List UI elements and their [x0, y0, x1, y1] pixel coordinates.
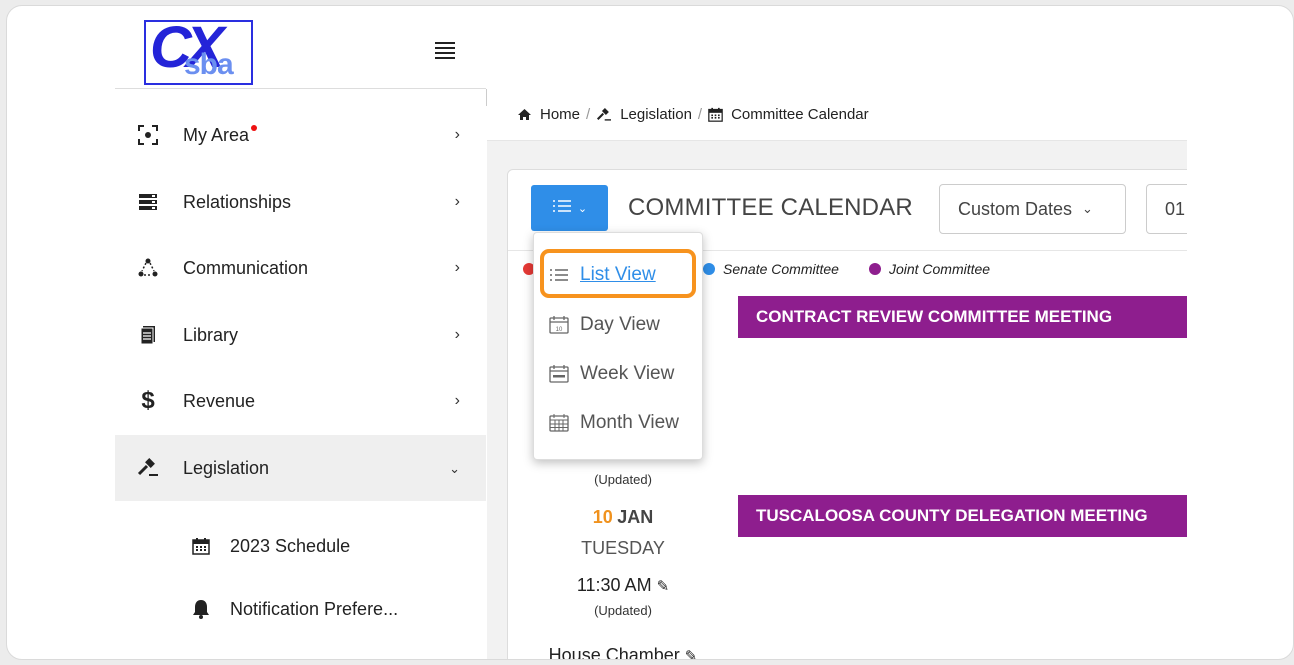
breadcrumb-separator: /	[586, 106, 591, 123]
app-window: CX sba My Area › Relationships › Communi…	[6, 5, 1294, 660]
logo[interactable]: CX sba	[144, 20, 253, 85]
sidebar-item-relationships[interactable]: Relationships ›	[115, 169, 486, 235]
menu-item-day-view[interactable]: 10 Day View	[534, 303, 704, 347]
menu-item-label: Month View	[580, 412, 679, 433]
sidebar-subitem-label: Notification Prefere...	[230, 598, 399, 619]
event-location: House Chamber ✎	[528, 645, 718, 660]
event-day: 10	[592, 507, 613, 527]
breadcrumb: Home / Legislation / Committee Calendar	[487, 89, 1187, 141]
list-icon	[552, 199, 572, 218]
chevron-right-icon: ›	[454, 392, 460, 409]
breadcrumb-separator: /	[697, 106, 703, 123]
network-icon	[137, 257, 159, 279]
sidebar-item-label: Library	[183, 324, 239, 345]
event-updated-note: (Updated)	[594, 472, 652, 487]
legend-dot-senate	[703, 263, 715, 275]
sidebar-subitem-label: 2023 Schedule	[230, 535, 351, 556]
event-time-note: (Updated)	[594, 603, 652, 618]
chevron-down-icon: ⌄	[1082, 201, 1093, 216]
sidebar-item-legislation[interactable]: Legislation ⌄	[115, 435, 486, 501]
sidebar-item-label: Relationships	[183, 191, 292, 212]
calendar-month-icon	[548, 413, 570, 433]
event-month: JAN	[617, 507, 654, 527]
sidebar-item-label: My Area	[183, 124, 250, 145]
page-title: COMMITTEE CALENDAR	[628, 194, 913, 221]
sidebar-subitem-2023-schedule[interactable]: 2023 Schedule	[115, 516, 486, 576]
bell-icon	[190, 598, 212, 620]
sidebar: CX sba My Area › Relationships › Communi…	[115, 6, 486, 659]
menu-item-label: List View	[580, 264, 656, 285]
documents-icon	[137, 324, 159, 346]
sidebar-subitem-notification-preferences[interactable]: Notification Prefere...	[115, 579, 486, 639]
legend-dot-joint	[868, 263, 881, 275]
view-menu-dropdown: List View 10 Day View Week View Month Vi…	[533, 232, 703, 460]
menu-item-month-view[interactable]: Month View	[534, 401, 704, 445]
menu-item-week-view[interactable]: Week View	[534, 352, 704, 396]
breadcrumb-legislation[interactable]: Legislation	[620, 106, 692, 123]
sidebar-item-revenue[interactable]: $ Revenue ›	[115, 368, 486, 434]
calendar-icon	[190, 535, 212, 557]
pencil-icon[interactable]: ✎	[685, 648, 698, 659]
sidebar-item-library[interactable]: Library ›	[115, 302, 486, 368]
list-icon	[548, 265, 570, 285]
svg-text:10: 10	[556, 327, 563, 333]
calendar-week-icon	[548, 364, 570, 384]
sidebar-divider	[115, 88, 486, 89]
sidebar-item-label: Revenue	[183, 390, 256, 411]
hamburger-menu-icon[interactable]	[435, 42, 455, 60]
event-time: 11:30 AM ✎	[528, 575, 718, 596]
gavel-icon	[137, 457, 159, 479]
server-icon	[137, 191, 159, 213]
legend-label-joint: Joint Committee	[888, 261, 991, 277]
gavel-icon	[596, 107, 612, 122]
event-location-value: House Chamber	[548, 645, 680, 660]
chevron-right-icon: ›	[454, 126, 460, 143]
menu-item-label: Week View	[580, 363, 675, 384]
breadcrumb-home[interactable]: Home	[540, 106, 580, 123]
notification-badge	[251, 124, 258, 131]
logo-sub: sba	[184, 48, 234, 81]
calendar-icon	[708, 107, 723, 122]
menu-item-list-view[interactable]: List View	[534, 253, 704, 297]
focus-icon	[137, 124, 159, 146]
event-weekday: TUESDAY	[581, 538, 665, 558]
pencil-icon[interactable]: ✎	[657, 578, 670, 595]
menu-item-label: Day View	[580, 314, 660, 335]
chevron-down-icon: ⌄	[577, 202, 588, 215]
dollar-icon: $	[141, 387, 155, 414]
start-date-input[interactable]: 01	[1146, 184, 1187, 234]
sidebar-item-communication[interactable]: Communication ›	[115, 235, 486, 301]
home-icon	[517, 108, 532, 121]
sidebar-item-label: Communication	[183, 257, 309, 278]
event-time-value: 11:30 AM	[576, 575, 652, 595]
chevron-right-icon: ›	[454, 193, 460, 210]
sidebar-item-label: Legislation	[183, 457, 270, 478]
date-range-select[interactable]: Custom Dates ⌄	[939, 184, 1126, 234]
breadcrumb-current: Committee Calendar	[731, 106, 869, 123]
legend-label-senate: Senate Committee	[723, 261, 839, 277]
event-title-contract-review[interactable]: CONTRACT REVIEW COMMITTEE MEETING	[738, 296, 1187, 338]
chevron-down-icon: ⌄	[449, 461, 460, 476]
calendar-day-icon: 10	[548, 315, 570, 335]
view-toggle-button[interactable]: ⌄	[531, 185, 608, 231]
event-date: 10 JAN	[528, 507, 718, 528]
chevron-right-icon: ›	[454, 326, 460, 343]
chevron-right-icon: ›	[454, 259, 460, 276]
date-range-value: Custom Dates	[958, 198, 1073, 219]
event-title-tuscaloosa[interactable]: TUSCALOOSA COUNTY DELEGATION MEETING	[738, 495, 1187, 537]
sidebar-item-my-area[interactable]: My Area ›	[115, 102, 486, 168]
